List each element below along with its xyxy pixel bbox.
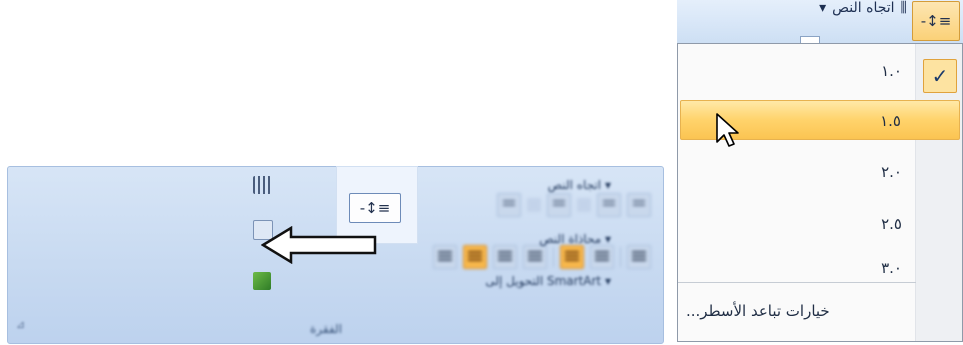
ltr-button[interactable] bbox=[547, 193, 571, 217]
menu-item-2-5[interactable]: ٢.٥ bbox=[680, 204, 960, 244]
align-left-button[interactable] bbox=[493, 245, 517, 269]
ltr-direction-button[interactable] bbox=[590, 245, 614, 269]
callout-arrow-icon bbox=[261, 226, 377, 264]
dropdown-icon[interactable] bbox=[577, 198, 591, 212]
line-spacing-button[interactable]: -↕≡ bbox=[912, 1, 960, 41]
text-direction-icon bbox=[253, 176, 271, 194]
align-text-label: محاذاة النص bbox=[539, 232, 602, 246]
separator bbox=[553, 247, 554, 267]
text-direction-label: اتجاه النص bbox=[547, 178, 602, 192]
dropdown-marker: ▾ bbox=[819, 0, 827, 16]
convert-smartart-command[interactable]: التحويل إلى SmartArt ▾ bbox=[485, 274, 611, 288]
justify-button[interactable] bbox=[523, 245, 547, 269]
menu-item-label: ٢.٠ bbox=[881, 163, 902, 181]
rtl-button[interactable] bbox=[497, 193, 521, 217]
dropdown-marker: ▾ bbox=[604, 178, 611, 192]
columns-button[interactable] bbox=[627, 245, 651, 269]
menu-item-label: ١.٠ bbox=[881, 62, 902, 80]
smartart-icon bbox=[253, 272, 271, 290]
dropdown-marker: ▾ bbox=[604, 274, 611, 288]
menu-item-label: ٢.٥ bbox=[881, 215, 902, 233]
menu-item-2-0[interactable]: ٢.٠ bbox=[680, 152, 960, 192]
ribbon-row-top bbox=[497, 193, 651, 217]
increase-indent-button[interactable] bbox=[597, 193, 621, 217]
text-direction-command[interactable]: ⫼ اتجاه النص ▾ bbox=[819, 0, 907, 16]
line-spacing-options-item[interactable]: خيارات تباعد الأسطر... bbox=[686, 302, 830, 320]
decrease-indent-button[interactable] bbox=[627, 193, 651, 217]
dropdown-marker: ▾ bbox=[604, 232, 611, 246]
separator bbox=[620, 247, 621, 267]
group-name-label: الفقرة bbox=[310, 322, 343, 336]
menu-separator bbox=[678, 282, 916, 283]
text-direction-label: اتجاه النص bbox=[832, 0, 895, 16]
menu-item-1-0[interactable]: ١.٠ ✓ bbox=[680, 51, 960, 93]
check-icon: ✓ bbox=[923, 59, 957, 93]
ribbon-row-bottom bbox=[433, 245, 651, 269]
align-center-button[interactable] bbox=[463, 245, 487, 269]
options-label: خيارات تباعد الأسطر... bbox=[686, 302, 830, 320]
align-text-command[interactable]: محاذاة النص ▾ bbox=[539, 232, 611, 246]
rtl-direction-button[interactable] bbox=[560, 245, 584, 269]
align-right-button[interactable] bbox=[433, 245, 457, 269]
dropdown-icon[interactable] bbox=[527, 198, 541, 212]
menu-item-label: ١.٥ bbox=[880, 112, 901, 130]
text-direction-icon: ⫼ bbox=[900, 0, 907, 16]
convert-smartart-label: التحويل إلى SmartArt bbox=[485, 274, 602, 288]
line-spacing-button[interactable]: -↕≡ bbox=[349, 193, 401, 223]
dialog-launcher-icon[interactable]: ⊿ bbox=[16, 318, 25, 331]
text-direction-command[interactable]: اتجاه النص ▾ bbox=[548, 178, 611, 192]
mouse-cursor-icon bbox=[716, 113, 739, 147]
line-spacing-menu: ١.٠ ✓ ١.٥ ٢.٠ ٢.٥ ٣.٠ خيارات تباعد الأسط… bbox=[677, 43, 963, 342]
